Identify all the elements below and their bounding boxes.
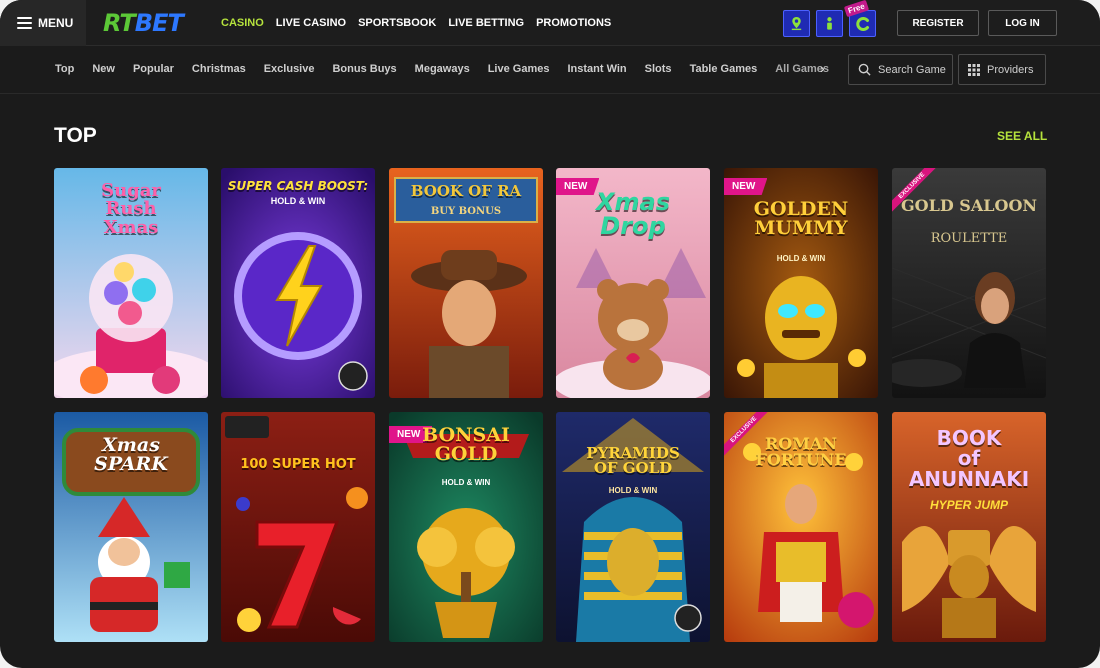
game-title-art: Xmas SPARK: [94, 434, 168, 476]
tab-bonus-buys[interactable]: Bonus Buys: [332, 63, 396, 75]
game-tile-100-super-hot[interactable]: 100 SUPER HOT: [221, 412, 375, 642]
tab-popular[interactable]: Popular: [133, 63, 174, 75]
game-sub-art: HOLD & WIN: [270, 196, 326, 206]
hamburger-icon: [17, 17, 32, 29]
grid-icon: [968, 63, 980, 76]
search-game-input[interactable]: Search Game: [848, 54, 953, 85]
tab-top[interactable]: Top: [55, 63, 74, 75]
game-title-art: BOOK OF RA: [410, 182, 522, 200]
main-nav: CASINO LIVE CASINO SPORTSBOOK LIVE BETTI…: [221, 0, 611, 46]
game-title-art: Xmas Drop: [596, 188, 670, 241]
tab-slots[interactable]: Slots: [645, 63, 672, 75]
info-person-button[interactable]: [816, 10, 843, 37]
site-logo[interactable]: RTBET: [103, 9, 184, 37]
tab-instant-win[interactable]: Instant Win: [567, 63, 626, 75]
nav-casino[interactable]: CASINO: [221, 17, 264, 29]
see-all-link[interactable]: SEE ALL: [997, 129, 1047, 143]
location-pin-button[interactable]: [783, 10, 810, 37]
providers-label: Providers: [987, 63, 1034, 76]
section-title: TOP: [54, 124, 97, 147]
new-badge: NEW: [724, 178, 768, 195]
game-tile-xmas-spark[interactable]: Xmas SPARK: [54, 412, 208, 642]
game-title-art: Sugar Rush Xmas: [101, 180, 161, 238]
free-spin-icon: [855, 16, 869, 31]
game-sub-art: HYPER JUMP: [929, 498, 1009, 512]
game-tile-3-pyramids-of-gold[interactable]: PYRAMIDS OF GOLD HOLD & WIN: [556, 412, 710, 642]
game-title-art: 100 SUPER HOT: [240, 457, 356, 472]
game-tile-gold-saloon-roulette[interactable]: EXCLUSIVE GOLD SALOON ROULETTE: [892, 168, 1046, 398]
game-tile-golden-mummy[interactable]: NEW GOLDEN MUMMY HOLD & WIN: [724, 168, 878, 398]
tab-new[interactable]: New: [92, 63, 115, 75]
top-header: MENU RTBET CASINO LIVE CASINO SPORTSBOOK…: [0, 0, 1100, 46]
game-tile-book-of-ra[interactable]: BOOK OF RA BUY BONUS: [389, 168, 543, 398]
game-sub-art: BUY BONUS: [430, 206, 502, 217]
game-tile-xmas-drop[interactable]: NEW Xmas Drop: [556, 168, 710, 398]
game-sub-art: ROULETTE: [930, 231, 1008, 246]
game-title-art: SUPER CASH BOOST:: [227, 179, 369, 193]
game-tile-bonsai-gold[interactable]: NEW BONSAI GOLD HOLD & WIN: [389, 412, 543, 642]
game-title-art: BONSAI GOLD: [422, 424, 510, 466]
tab-christmas[interactable]: Christmas: [192, 63, 246, 75]
tab-table-games[interactable]: Table Games: [690, 63, 758, 75]
game-art: [389, 168, 543, 398]
game-title-art: BOOK of ANUNNAKI: [908, 426, 1030, 491]
tab-megaways[interactable]: Megaways: [415, 63, 470, 75]
game-tile-sugar-rush-xmas[interactable]: Sugar Rush Xmas: [54, 168, 208, 398]
nav-sportsbook[interactable]: SPORTSBOOK: [358, 17, 436, 29]
game-sub-art: HOLD & WIN: [441, 478, 491, 487]
game-tile-super-cash-boost[interactable]: SUPER CASH BOOST: HOLD & WIN: [221, 168, 375, 398]
menu-label: MENU: [38, 16, 74, 30]
providers-button[interactable]: Providers: [958, 54, 1046, 85]
nav-live-casino[interactable]: LIVE CASINO: [276, 17, 346, 29]
game-title-art: ROMAN FORTUNE: [755, 434, 847, 470]
game-art: [221, 412, 375, 642]
chevron-right-icon[interactable]: ›: [820, 60, 825, 76]
login-button[interactable]: LOG IN: [988, 10, 1057, 36]
search-placeholder: Search Game: [878, 63, 946, 76]
tab-exclusive[interactable]: Exclusive: [264, 63, 315, 75]
game-title-art: GOLDEN MUMMY: [753, 198, 849, 240]
game-sub-art: HOLD & WIN: [608, 486, 658, 495]
tab-live-games[interactable]: Live Games: [488, 63, 550, 75]
game-sub-art: HOLD & WIN: [776, 254, 826, 263]
game-tile-roman-fortune[interactable]: EXCLUSIVE ROMAN FORTUNE: [724, 412, 878, 642]
game-title-art: PYRAMIDS OF GOLD: [586, 444, 680, 478]
menu-button[interactable]: MENU: [0, 0, 86, 46]
page-frame: MENU RTBET CASINO LIVE CASINO SPORTSBOOK…: [0, 0, 1100, 668]
game-title-art: GOLD SALOON: [900, 196, 1037, 215]
search-icon: [858, 63, 871, 76]
nav-live-betting[interactable]: LIVE BETTING: [448, 17, 524, 29]
info-person-icon: [827, 17, 832, 30]
nav-promotions[interactable]: PROMOTIONS: [536, 17, 611, 29]
game-tile-book-of-anunnaki[interactable]: BOOK of ANUNNAKI HYPER JUMP: [892, 412, 1046, 642]
register-button[interactable]: REGISTER: [897, 10, 979, 36]
location-pin-icon: [791, 16, 802, 31]
category-tabs: Top New Popular Christmas Exclusive Bonu…: [55, 46, 829, 92]
